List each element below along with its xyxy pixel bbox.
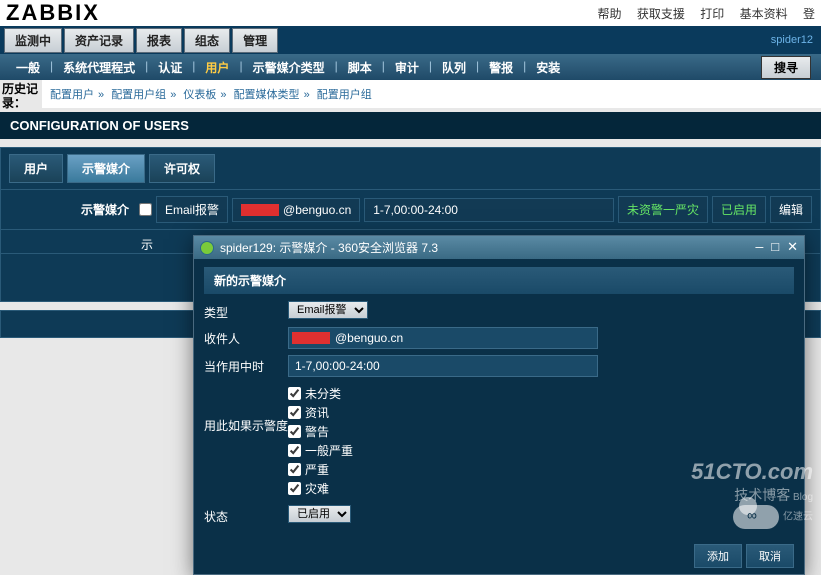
top-links: 帮助 获取支援 打印 基本资料 登: [586, 5, 815, 22]
form-header: 新的示警媒介: [204, 267, 794, 294]
crumb-2[interactable]: 配置用户组: [111, 89, 166, 101]
media-schedule: 1-7,00:00-24:00: [364, 198, 614, 222]
submenu-alarms[interactable]: 警报: [483, 59, 519, 76]
crumb-4[interactable]: 配置媒体类型: [234, 89, 300, 101]
link-help[interactable]: 帮助: [598, 7, 622, 21]
media-edit[interactable]: 编辑: [770, 196, 812, 223]
submenu-general[interactable]: 一般: [10, 59, 46, 76]
breadcrumb: 配置用户» 配置用户组» 仪表板» 配置媒体类型» 配置用户组: [42, 80, 821, 108]
link-profile[interactable]: 基本资料: [740, 7, 788, 21]
media-checkbox[interactable]: [139, 203, 152, 216]
chk-sev-1[interactable]: [288, 406, 301, 419]
media-label: 示警媒介: [9, 201, 129, 218]
media-severity: 未资警一严灾: [618, 196, 708, 223]
link-print[interactable]: 打印: [700, 7, 724, 21]
menu-inventory[interactable]: 资产记录: [64, 28, 134, 53]
chk-sev-3[interactable]: [288, 444, 301, 457]
media-status[interactable]: 已启用: [712, 196, 766, 223]
chk-sev-0[interactable]: [288, 387, 301, 400]
link-support[interactable]: 获取支援: [637, 7, 685, 21]
label-active: 当作用中时: [204, 355, 288, 375]
browser-icon: [200, 241, 214, 255]
input-active[interactable]: [288, 355, 598, 377]
media-type: Email报警: [156, 196, 228, 223]
input-recipient[interactable]: [288, 327, 598, 349]
label-type: 类型: [204, 301, 288, 321]
media-row: 示警媒介 Email报警 @benguo.cn 1-7,00:00-24:00 …: [0, 189, 821, 230]
chk-sev-5[interactable]: [288, 482, 301, 495]
media-sendto: @benguo.cn: [232, 198, 360, 222]
cancel-button[interactable]: 取消: [746, 544, 794, 568]
main-menu: 监测中 资产记录 报表 组态 管理 spider12: [0, 26, 821, 54]
submenu-mediatypes[interactable]: 示警媒介类型: [247, 59, 331, 76]
maximize-icon[interactable]: □: [771, 240, 779, 255]
menu-reports[interactable]: 报表: [136, 28, 182, 53]
submenu-audit[interactable]: 审计: [389, 59, 425, 76]
label-recipient: 收件人: [204, 327, 288, 347]
submenu-users[interactable]: 用户: [199, 59, 235, 76]
popup-dialog: spider129: 示警媒介 - 360安全浏览器 7.3 — □ ✕ 新的示…: [193, 235, 805, 575]
redacted-icon: [241, 204, 279, 216]
select-type[interactable]: Email报警: [288, 301, 368, 319]
menu-monitoring[interactable]: 监测中: [4, 28, 62, 53]
tabs: 用户 示警媒介 许可权: [0, 147, 821, 189]
label-status: 状态: [204, 505, 288, 525]
close-icon[interactable]: ✕: [787, 240, 798, 255]
submenu-proxies[interactable]: 系统代理程式: [57, 59, 141, 76]
submenu-scripts[interactable]: 脚本: [342, 59, 378, 76]
tab-permissions[interactable]: 许可权: [149, 154, 215, 183]
chk-sev-2[interactable]: [288, 425, 301, 438]
sub-menu: 一般| 系统代理程式| 认证| 用户| 示警媒介类型| 脚本| 审计| 队列| …: [0, 54, 821, 80]
submenu-install[interactable]: 安装: [530, 59, 566, 76]
tab-media[interactable]: 示警媒介: [67, 154, 145, 183]
add-button[interactable]: 添加: [694, 544, 742, 568]
link-login[interactable]: 登: [803, 7, 815, 21]
submenu-auth[interactable]: 认证: [152, 59, 188, 76]
menu-configuration[interactable]: 组态: [184, 28, 230, 53]
chk-sev-4[interactable]: [288, 463, 301, 476]
crumb-3[interactable]: 仪表板: [183, 89, 216, 101]
logo: ZABBIX: [6, 0, 100, 26]
select-status[interactable]: 已启用: [288, 505, 351, 523]
crumb-5[interactable]: 配置用户组: [317, 89, 372, 101]
popup-titlebar[interactable]: spider129: 示警媒介 - 360安全浏览器 7.3 — □ ✕: [194, 236, 804, 259]
search-button[interactable]: 搜寻: [761, 56, 811, 79]
popup-title-text: spider129: 示警媒介 - 360安全浏览器 7.3: [220, 239, 749, 256]
spider-label: spider12: [771, 34, 817, 46]
label-severity: 用此如果示警度: [204, 383, 288, 434]
redacted-icon: [292, 332, 330, 344]
submenu-queue[interactable]: 队列: [436, 59, 472, 76]
crumb-1[interactable]: 配置用户: [50, 89, 94, 101]
menu-administration[interactable]: 管理: [232, 28, 278, 53]
minimize-icon[interactable]: —: [755, 240, 763, 255]
history-label: 历史记录：: [2, 82, 38, 110]
page-title: CONFIGURATION OF USERS: [0, 112, 821, 139]
tab-user[interactable]: 用户: [9, 154, 63, 183]
